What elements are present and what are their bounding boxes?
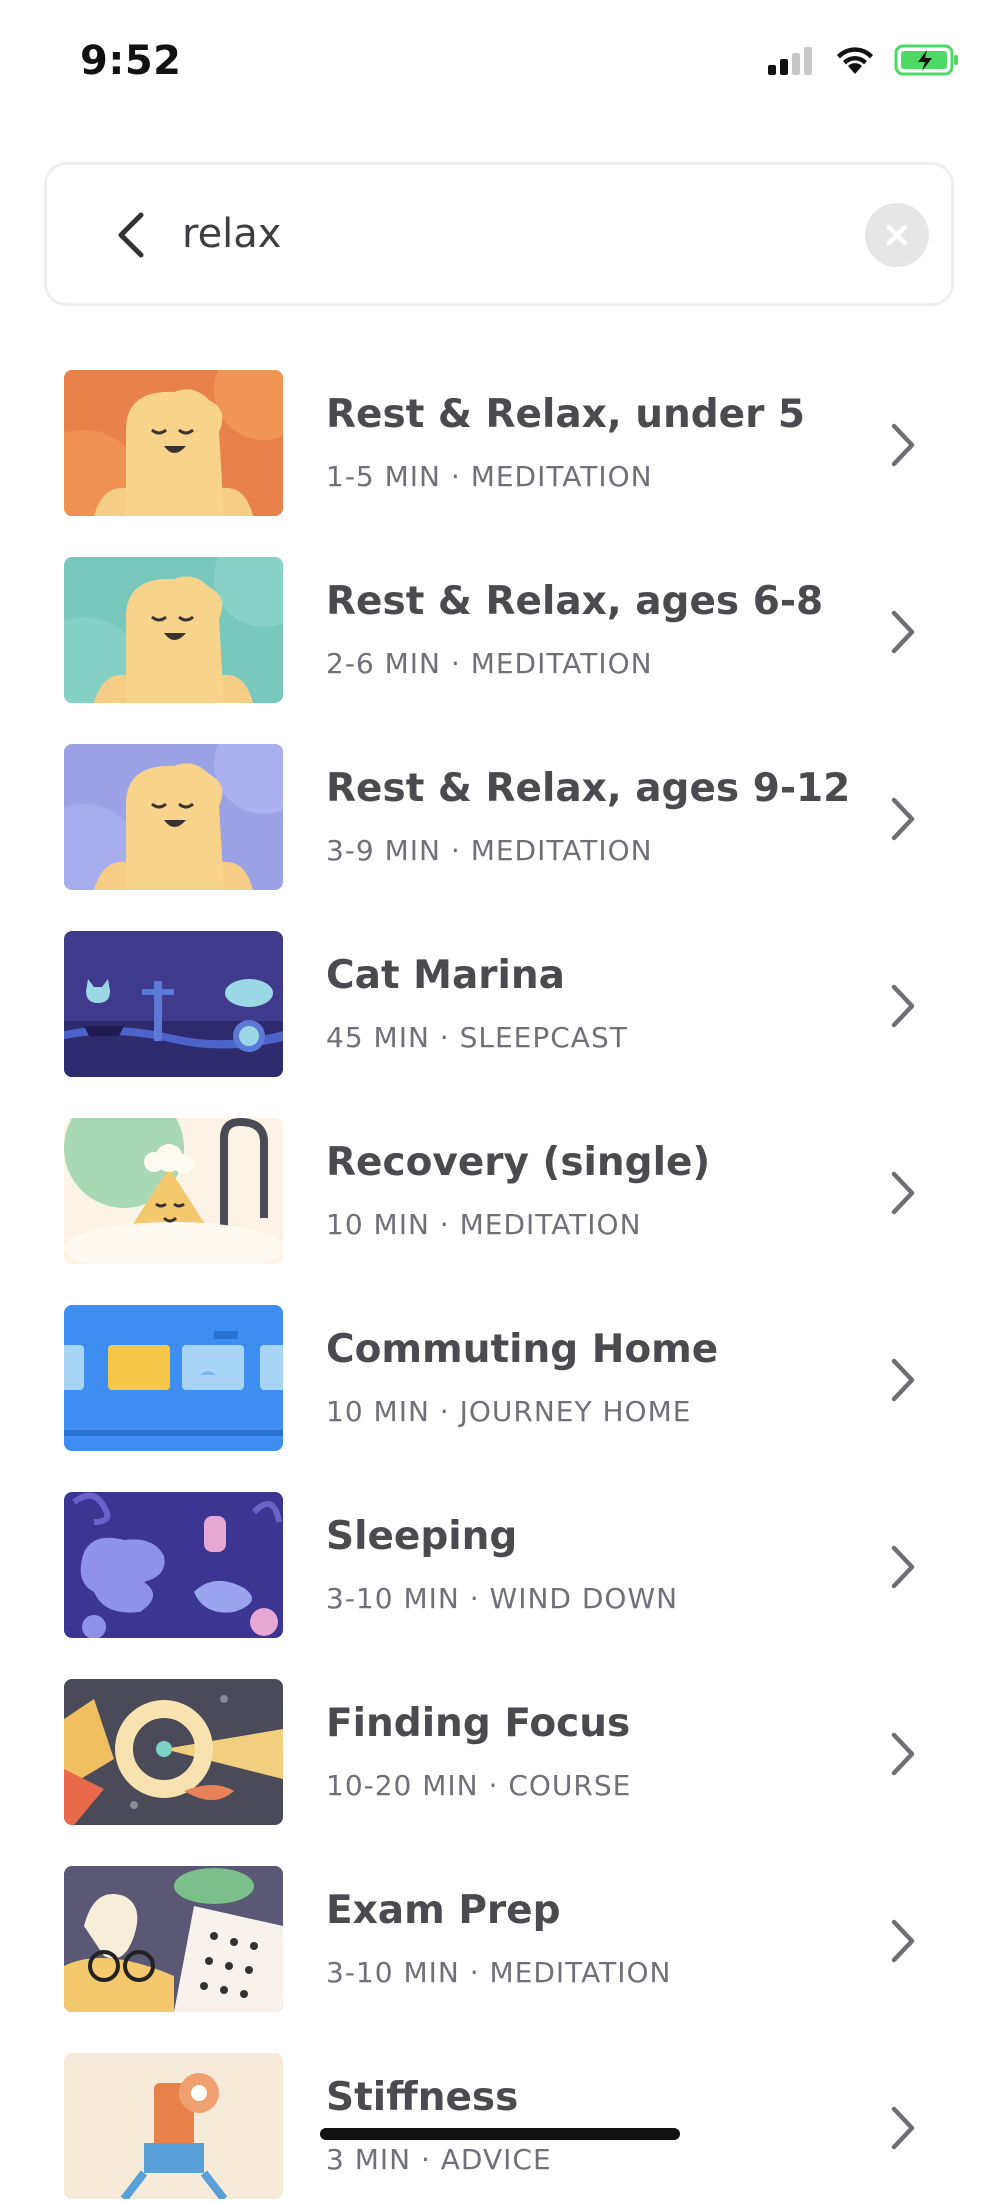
result-title: Cat Marina <box>326 953 565 998</box>
result-subtitle: 2-6 MIN · MEDITATION <box>326 647 653 680</box>
result-title: Finding Focus <box>326 1701 631 1746</box>
result-item[interactable]: Commuting Home 10 MIN · JOURNEY HOME <box>0 1305 1000 1455</box>
battery-icon <box>894 44 958 76</box>
back-button[interactable] <box>107 207 157 263</box>
thumbnail-orange-character <box>64 370 283 516</box>
thumbnail-teal-character <box>64 557 283 703</box>
result-title: Sleeping <box>326 1514 518 1559</box>
chevron-left-icon <box>118 212 144 258</box>
result-subtitle: 3 MIN · ADVICE <box>326 2143 552 2176</box>
thumbnail-stretch <box>64 2053 283 2199</box>
chevron-right-icon <box>891 610 915 654</box>
result-subtitle: 10 MIN · MEDITATION <box>326 1208 642 1241</box>
result-title: Recovery (single) <box>326 1140 711 1185</box>
result-title: Exam Prep <box>326 1888 561 1933</box>
chevron-right-icon <box>891 423 915 467</box>
result-subtitle: 3-9 MIN · MEDITATION <box>326 834 653 867</box>
status-bar: 9:52 <box>0 0 1000 120</box>
result-subtitle: 3-10 MIN · WIND DOWN <box>326 1582 679 1615</box>
thumbnail-lavender-character <box>64 744 283 890</box>
signal-icon <box>768 47 812 75</box>
chevron-right-icon <box>891 797 915 841</box>
result-title: Rest & Relax, ages 6-8 <box>326 579 824 624</box>
chevron-right-icon <box>891 1358 915 1402</box>
chevron-right-icon <box>891 1171 915 1215</box>
chevron-right-icon <box>891 1919 915 1963</box>
home-indicator <box>320 2128 680 2140</box>
chevron-right-icon <box>891 984 915 1028</box>
result-item[interactable]: Rest & Relax, ages 6-8 2-6 MIN · MEDITAT… <box>0 557 1000 707</box>
result-subtitle: 10-20 MIN · COURSE <box>326 1769 632 1802</box>
result-item[interactable]: Rest & Relax, ages 9-12 3-9 MIN · MEDITA… <box>0 744 1000 894</box>
result-item[interactable]: Exam Prep 3-10 MIN · MEDITATION <box>0 1866 1000 2016</box>
result-title: Rest & Relax, under 5 <box>326 392 806 437</box>
search-input[interactable] <box>182 199 782 269</box>
thumbnail-night-marina <box>64 931 283 1077</box>
thumbnail-exam-paper <box>64 1866 283 2012</box>
result-item[interactable]: Rest & Relax, under 5 1-5 MIN · MEDITATI… <box>0 370 1000 520</box>
chevron-right-icon <box>891 1732 915 1776</box>
result-item[interactable]: Finding Focus 10-20 MIN · COURSE <box>0 1679 1000 1829</box>
status-icons <box>766 44 960 76</box>
status-time: 9:52 <box>80 38 182 84</box>
wifi-icon <box>837 47 873 74</box>
result-item[interactable]: Recovery (single) 10 MIN · MEDITATION <box>0 1118 1000 1268</box>
result-title: Commuting Home <box>326 1327 719 1372</box>
result-subtitle: 10 MIN · JOURNEY HOME <box>326 1395 692 1428</box>
clear-search-button[interactable] <box>865 203 929 267</box>
chevron-right-icon <box>891 1545 915 1589</box>
chevron-right-icon <box>891 2106 915 2150</box>
close-icon <box>886 224 908 246</box>
result-subtitle: 1-5 MIN · MEDITATION <box>326 460 653 493</box>
result-item[interactable]: Sleeping 3-10 MIN · WIND DOWN <box>0 1492 1000 1642</box>
result-title: Stiffness <box>326 2075 519 2120</box>
thumbnail-train <box>64 1305 283 1451</box>
thumbnail-focus-lens <box>64 1679 283 1825</box>
result-title: Rest & Relax, ages 9-12 <box>326 766 851 811</box>
result-subtitle: 3-10 MIN · MEDITATION <box>326 1956 672 1989</box>
thumbnail-bath <box>64 1118 283 1264</box>
result-item[interactable]: Cat Marina 45 MIN · SLEEPCAST <box>0 931 1000 1081</box>
result-subtitle: 45 MIN · SLEEPCAST <box>326 1021 628 1054</box>
search-bar <box>44 162 954 306</box>
thumbnail-sleeping-creatures <box>64 1492 283 1638</box>
